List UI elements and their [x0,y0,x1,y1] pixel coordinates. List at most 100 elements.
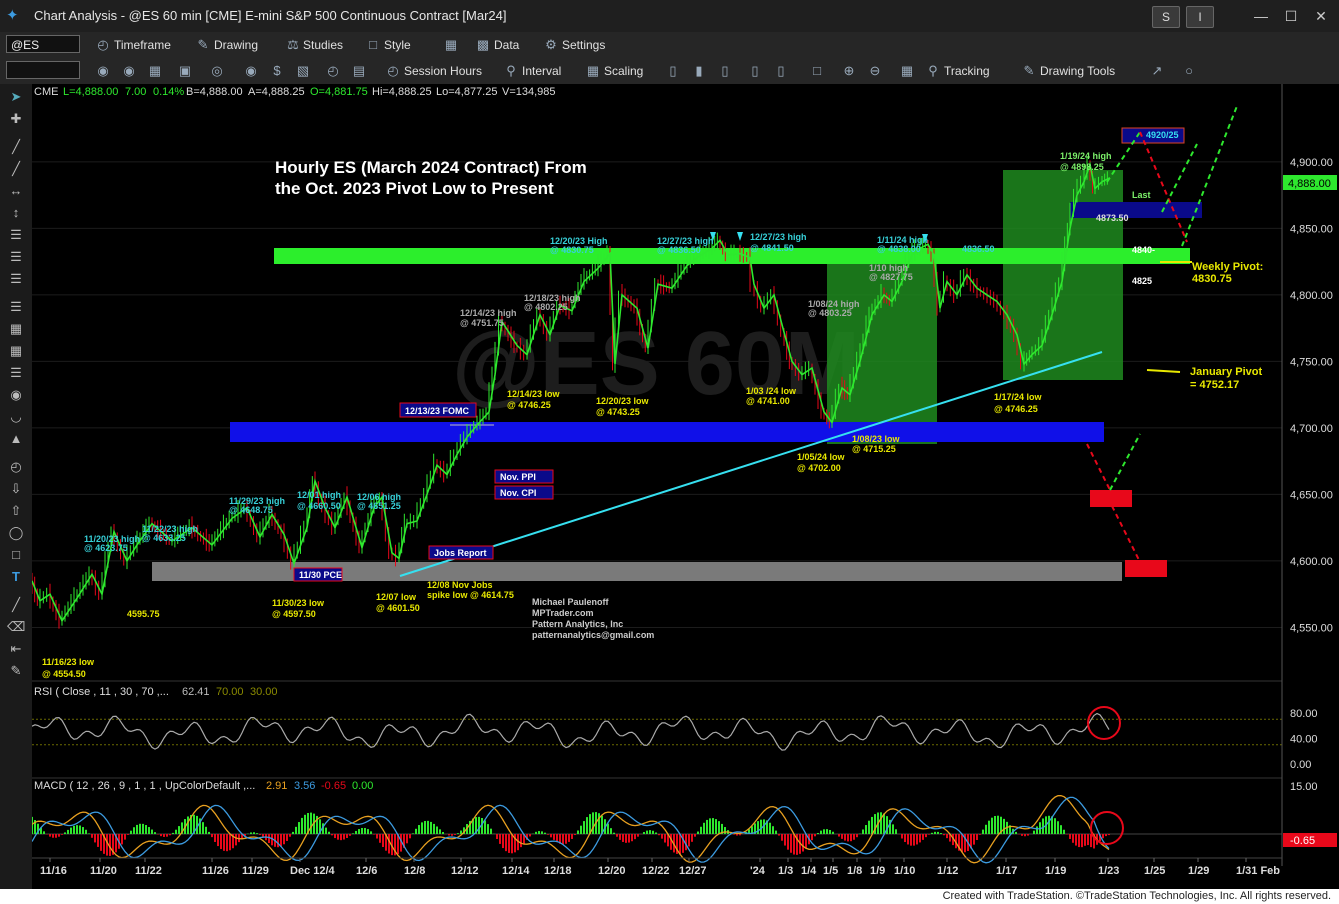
pitchfork-icon[interactable]: ▲ [7,430,25,448]
annotation-text: 4836.50 [962,244,995,254]
vertical-line-icon[interactable]: ↕ [7,204,25,222]
hollow-icon[interactable]: ▯ [716,62,734,80]
eraser-icon[interactable]: ⌫ [7,618,25,636]
rsi-tick-label: 40.00 [1290,733,1318,745]
macd-tick-label: 15.00 [1290,781,1318,793]
x-tick-label: 11/26 [202,865,229,877]
data-menu[interactable]: Data [494,36,519,54]
ellipse-icon[interactable]: ◯ [7,524,25,542]
speed-lines-icon[interactable]: ☰ [7,298,25,316]
x-tick-label: 1/8 [847,865,862,877]
spiral-icon[interactable]: ◉ [7,386,25,404]
gann-icon[interactable]: ☰ [7,270,25,288]
target-box-4873 [1070,202,1202,218]
fib-grid-icon[interactable]: ▦ [7,342,25,360]
horizontal-line-icon[interactable]: ↔ [7,182,25,200]
image-icon[interactable]: ▤ [350,62,368,80]
arrow-up-icon[interactable]: ⇧ [7,502,25,520]
annotation-text: @ 4554.50 [42,669,86,679]
x-tick-label: 12/22 [642,865,670,877]
grid-icon[interactable]: ▦ [898,62,916,80]
brush-icon[interactable]: ✎ [7,662,25,680]
settings-menu[interactable]: Settings [562,36,605,54]
annotation-text: @ 4660.50 [297,501,341,511]
slash-icon[interactable]: ╱ [7,596,25,614]
pointer-icon[interactable]: ➤ [7,88,25,106]
cycle-icon[interactable]: ◴ [7,458,25,476]
dollar-icon[interactable]: $ [268,62,286,80]
annotation-text: 12/14/23 low [507,389,561,399]
zoom-out-icon[interactable]: ⊖ [866,62,884,80]
interval-menu[interactable]: Interval [522,62,561,80]
symbol-input[interactable]: @ES [6,35,80,53]
channel-icon[interactable]: ☰ [7,226,25,244]
bars-icon[interactable]: ▯ [664,62,682,80]
refresh-icon[interactable]: ◉ [94,62,112,80]
window-icon[interactable]: □ [808,62,826,80]
line-icon[interactable]: ▯ [746,62,764,80]
chat-icon[interactable]: ○ [1180,62,1198,80]
zoom-box-icon[interactable]: ▣ [176,62,194,80]
zoom-in-icon[interactable]: ⊕ [840,62,858,80]
ray-icon[interactable]: ╱ [7,160,25,178]
annotation-text: 4825 [1132,276,1152,286]
trendline-icon[interactable]: ╱ [7,138,25,156]
grid-tool-icon[interactable]: ▦ [7,320,25,338]
candles-icon[interactable]: ▮ [690,62,708,80]
rsi-os: 30.00 [250,686,278,698]
i-button[interactable]: I [1186,6,1214,28]
drawing-tools-icon: ✎ [1023,63,1035,78]
rsi-ob: 70.00 [216,686,244,698]
drawing-tools-menu[interactable]: Drawing Tools [1040,62,1115,80]
y-tick-label: 4,550.00 [1290,622,1333,634]
volume-value: V=134,985 [502,86,556,98]
annotation-text: 1/05/24 low [797,452,846,462]
timeframe-menu[interactable]: Timeframe [114,36,171,54]
title-bar: ✦ Chart Analysis - @ES 60 min [CME] E-mi… [0,0,1339,33]
clock2-icon[interactable]: ◴ [324,62,342,80]
close-icon[interactable]: ✕ [1310,6,1332,26]
annotation-text: MPTrader.com [532,608,594,618]
x-tick-label: 12/8 [404,865,425,877]
change-value: 7.00 [125,86,146,98]
fib-icon[interactable]: ☰ [7,248,25,266]
scaling-menu[interactable]: Scaling [604,62,643,80]
record-icon[interactable]: ◉ [242,62,260,80]
annotation-text: 4840- [1132,245,1155,255]
x-tick-label: 11/20 [90,865,117,877]
back-icon[interactable]: ⇤ [7,640,25,658]
target-icon[interactable]: ◎ [208,62,226,80]
annotation-text: 11/30/23 low [272,598,325,608]
layout-icon[interactable]: ▦ [442,36,460,54]
target-label: 4873.50 [1096,213,1129,223]
calendar-icon[interactable]: ▦ [146,62,164,80]
last-price-label: 4,888.00 [1288,178,1331,190]
tracking-menu[interactable]: Tracking [944,62,990,80]
levels-icon[interactable]: ☰ [7,364,25,382]
drawing-menu[interactable]: Drawing [214,36,258,54]
macd-value: 2.91 [266,780,287,792]
crosshair-icon[interactable]: ✚ [7,110,25,128]
maximize-icon[interactable]: ☐ [1280,6,1302,26]
tracking-icon: ⚲ [928,63,938,78]
arc-icon[interactable]: ◡ [7,408,25,426]
style-menu[interactable]: Style [384,36,411,54]
annotation-text: 12/07 low [376,592,417,602]
studies-menu[interactable]: Studies [303,36,343,54]
sync-icon[interactable]: ◉ [120,62,138,80]
s-button[interactable]: S [1152,6,1180,28]
interval-input[interactable] [6,61,80,79]
minimize-icon[interactable]: — [1250,6,1272,26]
arrow-down-icon[interactable]: ⇩ [7,480,25,498]
chart-area[interactable]: @ES 60M 4,550.004,600.004,650.004,700.00… [32,84,1339,889]
ohlc-icon[interactable]: ▯ [772,62,790,80]
annotation-text: 12/01 high [297,490,341,500]
export-icon[interactable]: ↗ [1148,62,1166,80]
session-hours-menu[interactable]: Session Hours [404,62,482,80]
chart-icon[interactable]: ▧ [294,62,312,80]
rectangle-icon[interactable]: □ [7,546,25,564]
text-icon[interactable]: T [7,568,25,586]
window-title: Chart Analysis - @ES 60 min [CME] E-mini… [34,8,507,23]
y-tick-label: 4,900.00 [1290,157,1333,169]
interval-icon: ⚲ [506,63,516,78]
